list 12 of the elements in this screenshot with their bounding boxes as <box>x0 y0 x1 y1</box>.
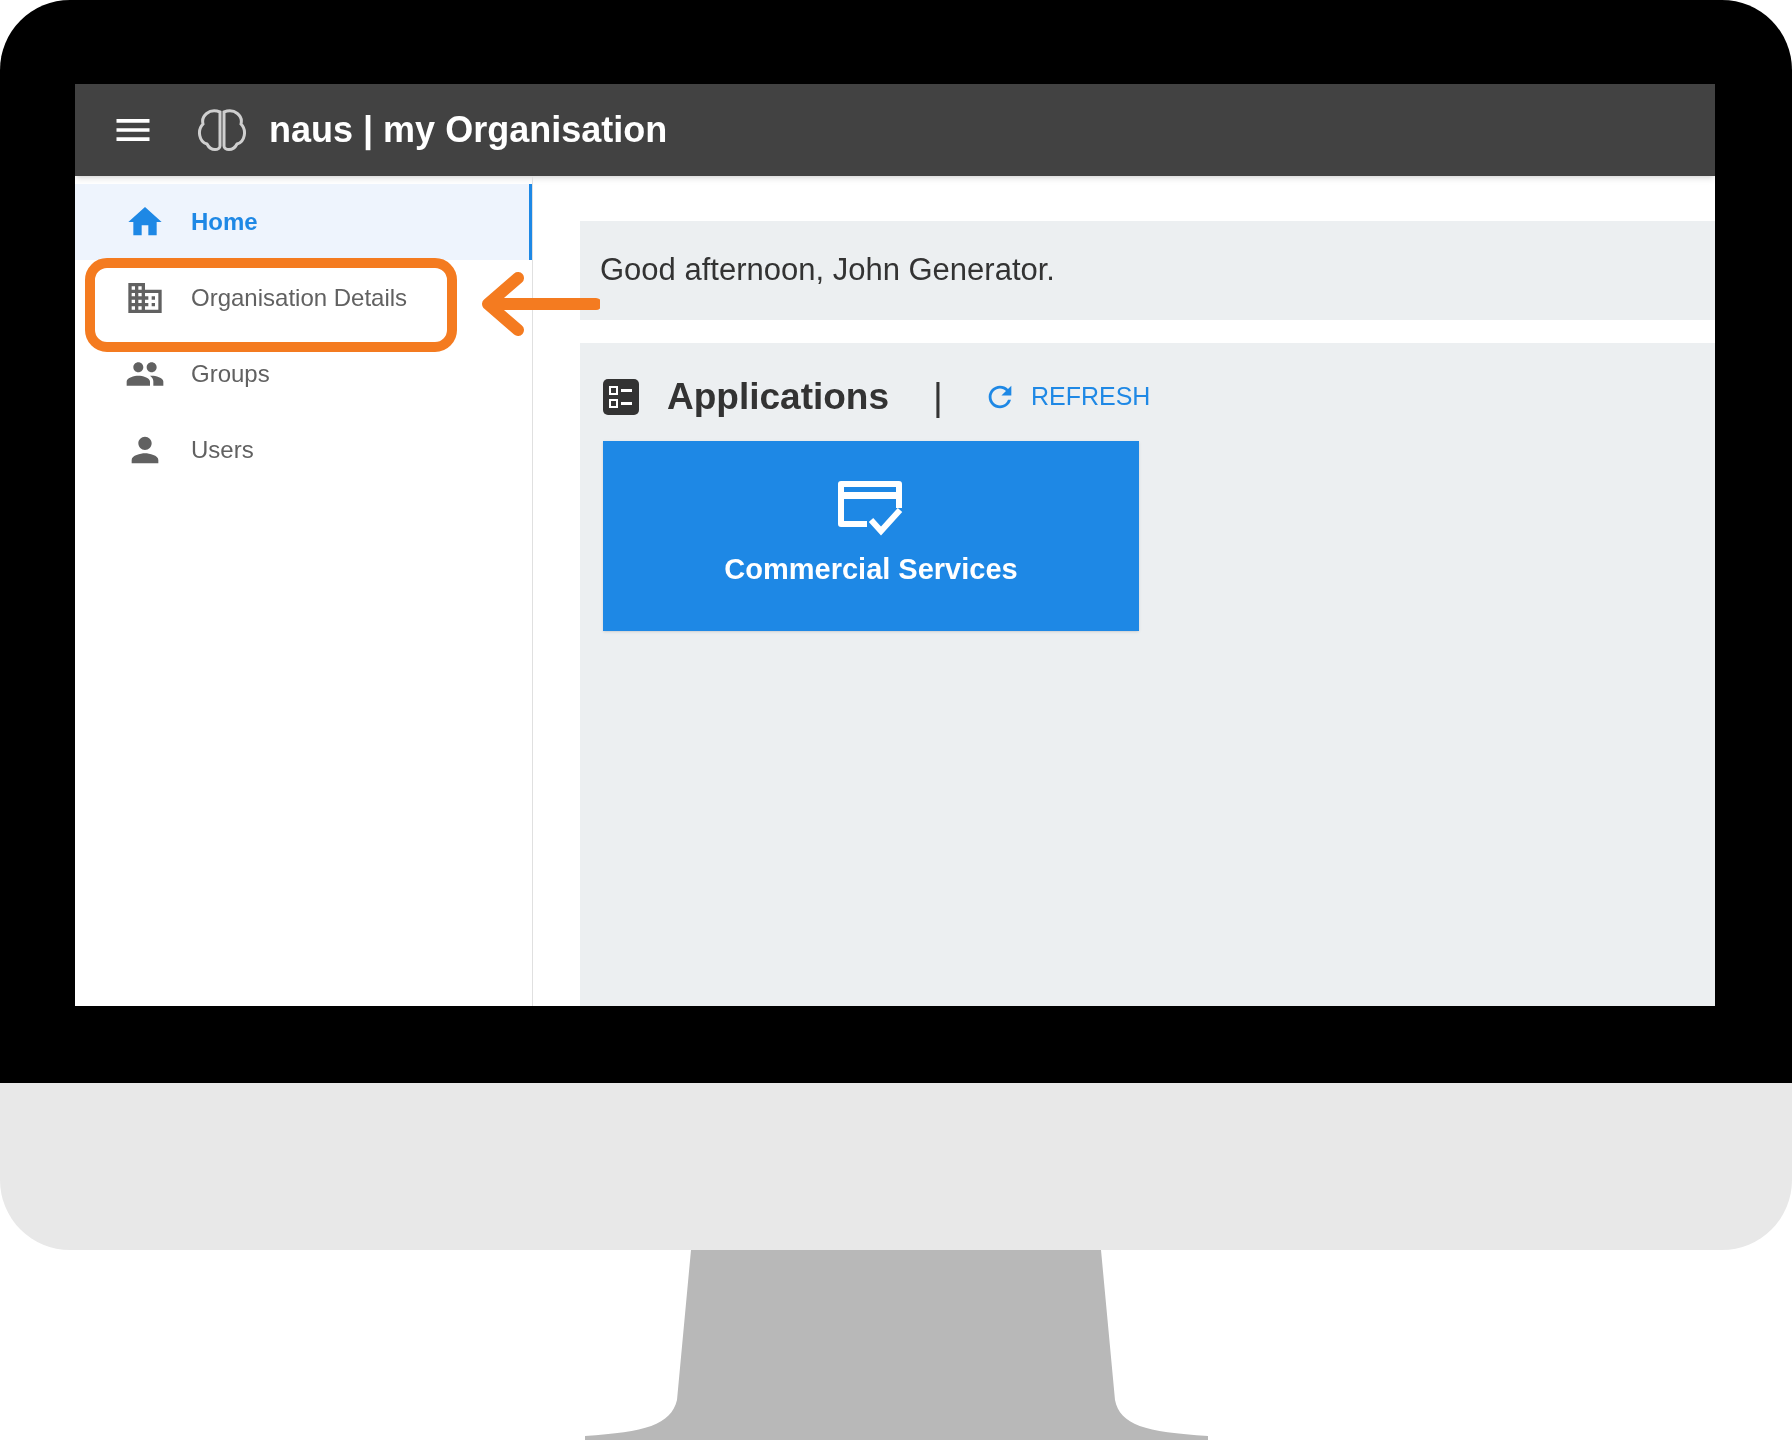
sidebar-item[interactable]: Home <box>75 184 532 260</box>
applications-title: Applications <box>667 375 890 420</box>
sidebar-item[interactable]: Users <box>75 412 532 488</box>
app-title: naus | my Organisation <box>269 108 668 153</box>
brain-logo-icon <box>197 108 247 152</box>
sidebar-item[interactable]: Groups <box>75 336 532 412</box>
separator: | <box>933 374 943 420</box>
greeting-text: Good afternoon, John Generator. <box>600 251 1055 290</box>
dashboard-icon <box>603 379 639 415</box>
refresh-button[interactable]: REFRESH <box>982 378 1151 416</box>
sidebar-item[interactable]: Organisation Details <box>75 260 532 336</box>
application-tile[interactable]: Commercial Services <box>603 441 1139 631</box>
